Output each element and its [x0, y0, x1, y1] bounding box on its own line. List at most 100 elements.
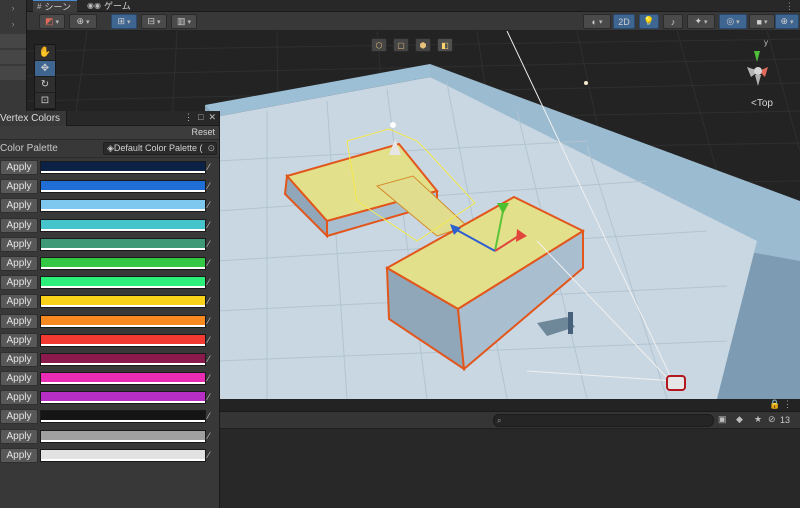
apply-button[interactable]: Apply [0, 428, 38, 444]
search-input[interactable]: ⌕ [493, 414, 714, 427]
color-swatch[interactable] [40, 314, 206, 328]
eyedropper-icon[interactable]: ⁄ [208, 219, 218, 231]
apply-button[interactable]: Apply [0, 275, 38, 291]
gamepad-icon: ◉◉ [87, 1, 101, 10]
expand-arrow-icon[interactable]: › [0, 16, 26, 32]
lighting-toggle[interactable]: 💡 [639, 14, 659, 29]
eyedropper-icon[interactable]: ⁄ [208, 276, 218, 288]
color-row: Apply ⁄ [0, 446, 219, 465]
color-swatch[interactable] [40, 161, 206, 174]
color-swatch[interactable] [40, 372, 206, 386]
eyedropper-icon[interactable]: ⁄ [208, 372, 218, 384]
eyedropper-icon[interactable]: ⁄ [208, 238, 218, 250]
apply-button[interactable]: Apply [0, 217, 38, 233]
grid-visibility-button[interactable]: ▥ ▾ [171, 14, 197, 29]
apply-button[interactable]: Apply [0, 179, 38, 195]
alpha-bar [41, 266, 205, 269]
filter-icon[interactable]: ▣ [718, 414, 727, 425]
eyedropper-icon[interactable]: ⁄ [208, 161, 218, 173]
camera-settings-button[interactable]: ■ ▾ [749, 14, 775, 29]
tab-scene[interactable]: # シーン [33, 0, 78, 12]
eyedropper-icon[interactable]: ⁄ [208, 391, 218, 403]
unity-editor: › › # シーン ◉◉ ゲーム ⋮ ◩ ▾ ⊕ ▾ ⊞ ▾ ⊟ ▾ ▥ ▾ ◐… [0, 0, 800, 508]
hidden-eye-icon[interactable]: ⊘ [768, 414, 776, 425]
apply-button[interactable]: Apply [0, 390, 38, 406]
more-options-icon[interactable]: ⋮ [184, 112, 193, 123]
color-row: Apply ⁄ [0, 312, 219, 331]
hierarchy-row[interactable] [0, 66, 26, 80]
eyedropper-icon[interactable]: ⁄ [208, 315, 218, 327]
cam-persp-button[interactable]: ⬢ [415, 38, 431, 52]
cam-rect-button[interactable]: ▢ [393, 38, 409, 52]
move-tool-icon[interactable]: ✥ [35, 61, 55, 77]
apply-button[interactable]: Apply [0, 255, 38, 271]
apply-button[interactable]: Apply [0, 409, 38, 425]
eyedropper-icon[interactable]: ⁄ [208, 449, 218, 461]
expand-arrow-icon[interactable]: › [0, 0, 26, 16]
snap-increment-button[interactable]: ⊟ ▾ [141, 14, 167, 29]
cam-selected-button[interactable]: ◧ [437, 38, 453, 52]
apply-button[interactable]: Apply [0, 160, 38, 175]
apply-button[interactable]: Apply [0, 313, 38, 329]
color-palette-label: Color Palette [0, 143, 58, 154]
hierarchy-row[interactable] [0, 50, 26, 64]
color-swatch[interactable] [40, 410, 206, 424]
color-swatch[interactable] [40, 333, 206, 347]
apply-button[interactable]: Apply [0, 351, 38, 367]
close-icon[interactable]: ✕ [208, 112, 216, 123]
apply-button[interactable]: Apply [0, 236, 38, 252]
hand-tool-icon[interactable]: ✋ [35, 45, 55, 61]
effects-button[interactable]: ✦ ▾ [687, 14, 715, 29]
object-picker-icon[interactable]: ⊙ [205, 143, 215, 154]
panel-title[interactable]: Vertex Colors [0, 111, 68, 126]
color-swatch[interactable] [40, 429, 206, 443]
star-icon[interactable]: ★ [754, 414, 762, 425]
color-swatch[interactable] [40, 237, 206, 251]
color-swatch[interactable] [40, 199, 206, 213]
apply-button[interactable]: Apply [0, 447, 38, 463]
eyedropper-icon[interactable]: ⁄ [208, 180, 218, 192]
color-swatch[interactable] [40, 256, 206, 270]
color-swatch[interactable] [40, 352, 206, 366]
color-list: Apply ⁄ Apply ⁄ Apply ⁄ Apply ⁄ Apply ⁄ Apply ⁄ Appl… [0, 158, 219, 465]
cam-iso-button[interactable]: ⬡ [371, 38, 387, 52]
more-menu-icon[interactable]: ⋮ [785, 0, 794, 12]
color-swatch[interactable] [40, 295, 206, 309]
grid-snap-button[interactable]: ⊞ ▾ [111, 14, 137, 29]
render-mode-button[interactable]: ◐ ▾ [583, 14, 611, 29]
reset-button[interactable]: Reset [191, 127, 215, 137]
effects-icon: ✦ [694, 16, 703, 26]
2d-toggle[interactable]: 2D [613, 14, 635, 29]
global-button[interactable]: ⊕ ▾ [69, 14, 97, 29]
maximize-icon[interactable]: □ [198, 112, 203, 123]
gizmos-button[interactable]: ⊕ ▾ [775, 14, 799, 29]
apply-button[interactable]: Apply [0, 294, 38, 310]
color-row: Apply ⁄ [0, 427, 219, 446]
color-swatch[interactable] [40, 218, 206, 232]
color-swatch[interactable] [40, 448, 206, 462]
apply-button[interactable]: Apply [0, 332, 38, 348]
eyedropper-icon[interactable]: ⁄ [208, 410, 218, 422]
lock-icon[interactable]: 🔒 ⋮ [769, 399, 792, 410]
audio-toggle[interactable]: ♪ [663, 14, 683, 29]
view-orientation-label[interactable]: <Top [751, 98, 773, 109]
color-palette-field[interactable]: ◈Default Color Palette ( ⊙ [103, 142, 217, 155]
eyedropper-icon[interactable]: ⁄ [208, 430, 218, 442]
eyedropper-icon[interactable]: ⁄ [208, 334, 218, 346]
draw-mode-button[interactable]: ◩ ▾ [39, 14, 65, 29]
eyedropper-icon[interactable]: ⁄ [208, 257, 218, 269]
tab-game[interactable]: ◉◉ ゲーム [83, 0, 137, 12]
eyedropper-icon[interactable]: ⁄ [208, 353, 218, 365]
apply-button[interactable]: Apply [0, 371, 38, 387]
scale-tool-icon[interactable]: ⊡ [35, 93, 55, 109]
eyedropper-icon[interactable]: ⁄ [208, 199, 218, 211]
color-swatch[interactable] [40, 276, 206, 290]
eyedropper-icon[interactable]: ⁄ [208, 295, 218, 307]
rotate-tool-icon[interactable]: ↻ [35, 77, 55, 93]
color-swatch[interactable] [40, 391, 206, 405]
label-icon[interactable]: ◆ [736, 414, 743, 425]
color-swatch[interactable] [40, 180, 206, 194]
hierarchy-row[interactable] [0, 34, 26, 48]
hidden-objects-button[interactable]: ◎ ▾ [719, 14, 747, 29]
apply-button[interactable]: Apply [0, 198, 38, 214]
